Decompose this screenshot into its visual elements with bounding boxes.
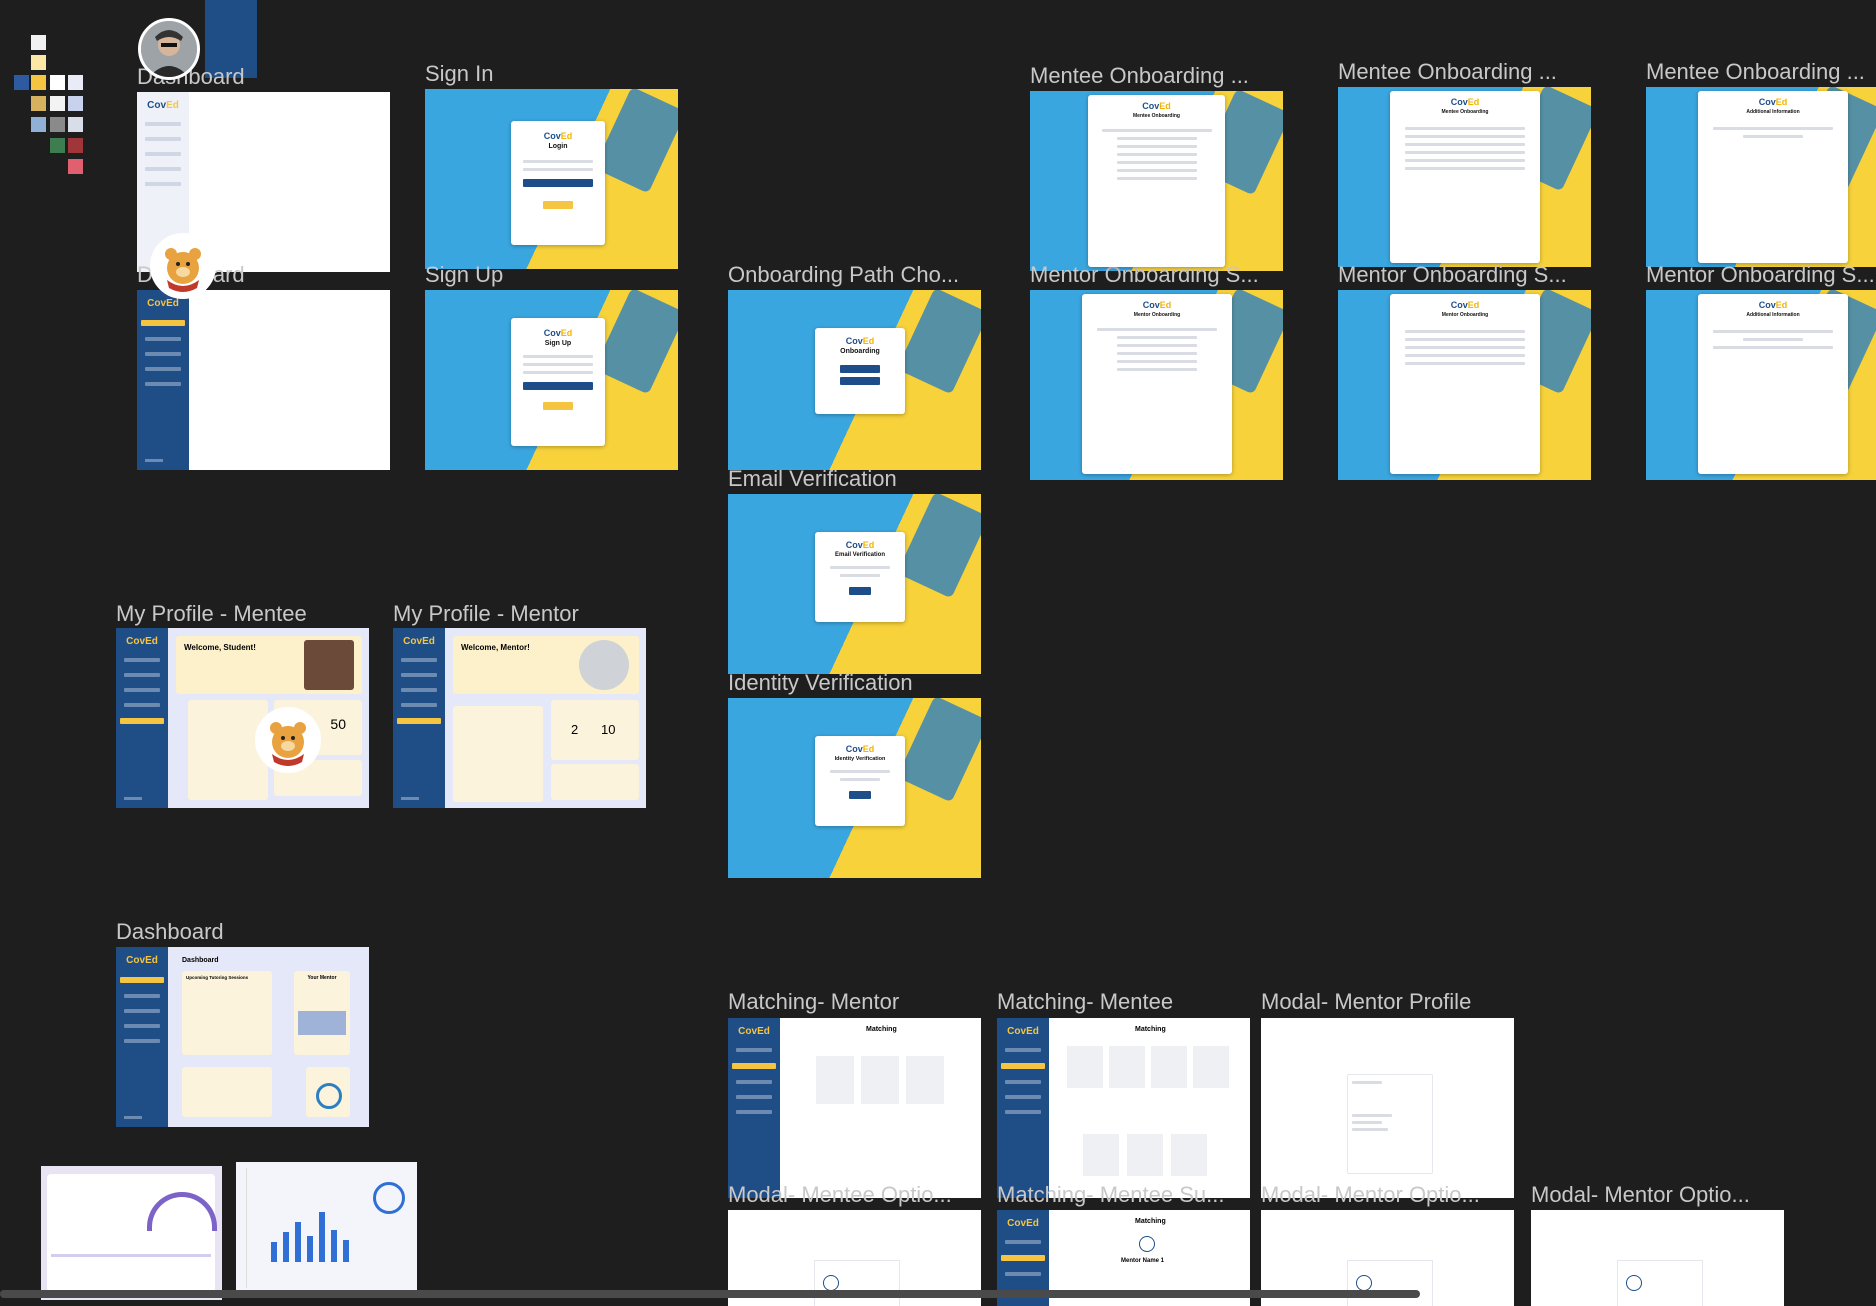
swatch[interactable]: [50, 96, 65, 111]
frame-identity-verification[interactable]: CovEd Identity Verification: [728, 698, 981, 878]
horizontal-scrollbar[interactable]: [0, 1290, 1420, 1298]
bar-chart-icon: [271, 1212, 349, 1262]
frame-mentor-onboarding-1[interactable]: CovEd Mentor Onboarding: [1030, 290, 1283, 480]
frame-mentee-onboarding-2[interactable]: CovEd Mentee Onboarding: [1338, 87, 1591, 267]
swatch[interactable]: [68, 159, 83, 174]
swatch[interactable]: [31, 35, 46, 50]
swatch[interactable]: [14, 75, 29, 90]
frame-label[interactable]: Mentee Onboarding ...: [1030, 65, 1249, 87]
frame-label[interactable]: Mentor Onboarding S...: [1030, 264, 1259, 286]
frame-sign-in[interactable]: CovEd Login: [425, 89, 678, 269]
swatch[interactable]: [31, 55, 46, 70]
frame-label[interactable]: Modal- Mentor Profile: [1261, 991, 1471, 1013]
frame-label[interactable]: Email Verification: [728, 468, 897, 490]
bear-icon: [153, 236, 213, 296]
frame-dashboard-alt-1[interactable]: [41, 1166, 222, 1300]
frame-dashboard-2[interactable]: CovEd: [137, 290, 390, 470]
frame-label[interactable]: Matching- Mentor: [728, 991, 899, 1013]
swatch[interactable]: [50, 117, 65, 132]
frame-label[interactable]: Matching- Mentee: [997, 991, 1173, 1013]
bear-icon: [258, 710, 318, 770]
frame-mentee-onboarding-1[interactable]: CovEd Mentee Onboarding: [1030, 91, 1283, 271]
frame-mentee-onboarding-3[interactable]: CovEd Additional Information: [1646, 87, 1876, 267]
frame-label[interactable]: Mentor Onboarding S...: [1338, 264, 1567, 286]
frame-modal-mentor-profile[interactable]: [1261, 1018, 1514, 1198]
user-avatar[interactable]: [150, 233, 216, 299]
frame-label[interactable]: Mentor Onboarding S...: [1646, 264, 1875, 286]
swatch[interactable]: [68, 75, 83, 90]
frame-label[interactable]: Sign In: [425, 63, 494, 85]
frame-label[interactable]: My Profile - Mentor: [393, 603, 579, 625]
frame-label[interactable]: Identity Verification: [728, 672, 913, 694]
frame-label[interactable]: Mentee Onboarding ...: [1646, 61, 1865, 83]
frame-matching-mentee[interactable]: CovEd Matching: [997, 1018, 1250, 1198]
frame-sign-up[interactable]: CovEd Sign Up: [425, 290, 678, 470]
frame-dashboard-alt-2[interactable]: [236, 1162, 417, 1296]
person-icon: [141, 21, 197, 77]
frame-mentor-onboarding-2[interactable]: CovEd Mentor Onboarding: [1338, 290, 1591, 480]
swatch[interactable]: [68, 117, 83, 132]
frame-label[interactable]: My Profile - Mentee: [116, 603, 307, 625]
frame-label[interactable]: Matching- Mentee Su...: [997, 1184, 1224, 1206]
frame-label[interactable]: Modal- Mentor Optio...: [1261, 1184, 1480, 1206]
swatch[interactable]: [31, 75, 46, 90]
swatch[interactable]: [31, 96, 46, 111]
swatch[interactable]: [50, 75, 65, 90]
swatch[interactable]: [68, 96, 83, 111]
frame-modal-mentor-option-2[interactable]: [1531, 1210, 1784, 1306]
frame-my-profile-mentor[interactable]: CovEd Welcome, Mentor! 2 10: [393, 628, 646, 808]
frame-label[interactable]: Mentee Onboarding ...: [1338, 61, 1557, 83]
frame-onboarding-path[interactable]: CovEd Onboarding: [728, 290, 981, 470]
swatch[interactable]: [50, 138, 65, 153]
frame-email-verification[interactable]: CovEd Email Verification: [728, 494, 981, 674]
frame-label[interactable]: Onboarding Path Cho...: [728, 264, 959, 286]
swatch[interactable]: [68, 138, 83, 153]
frame-matching-mentor[interactable]: CovEd Matching: [728, 1018, 981, 1198]
swatch[interactable]: [31, 117, 46, 132]
frame-mentor-onboarding-3[interactable]: CovEd Additional Information: [1646, 290, 1876, 480]
frame-dashboard-3[interactable]: CovEd Dashboard Upcoming Tutoring Sessio…: [116, 947, 369, 1127]
frame-my-profile-mentee[interactable]: CovEd Welcome, Student! 50: [116, 628, 369, 808]
frame-label[interactable]: Dashboard: [116, 921, 224, 943]
frame-label[interactable]: Modal- Mentor Optio...: [1531, 1184, 1750, 1206]
user-avatar[interactable]: [138, 18, 200, 80]
frame-label[interactable]: Modal- Mentee Optio...: [728, 1184, 952, 1206]
user-avatar[interactable]: [255, 707, 321, 773]
frame-label[interactable]: Sign Up: [425, 264, 503, 286]
